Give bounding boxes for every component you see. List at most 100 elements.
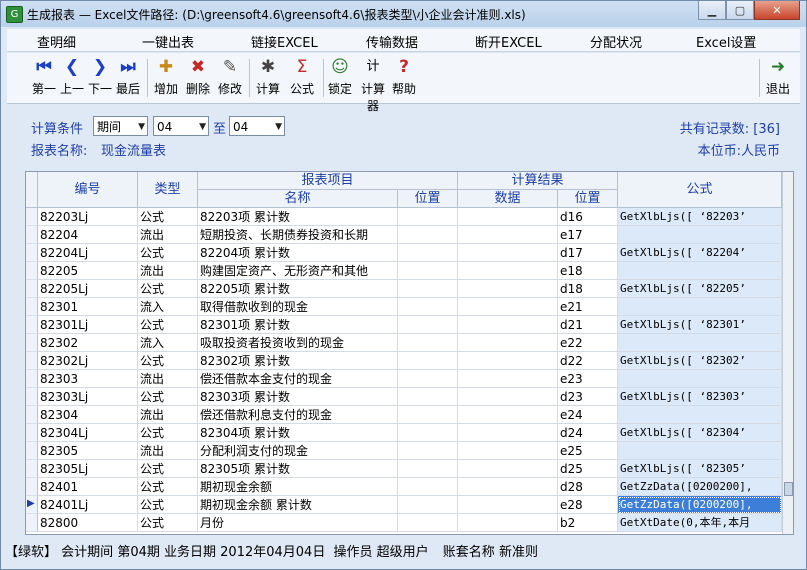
cell-code[interactable]: 82302Lj [38, 352, 138, 370]
cell-name[interactable]: 偿还借款利息支付的现金 [198, 406, 398, 424]
cell-result-position[interactable]: b2 [558, 514, 618, 532]
cell-code[interactable]: 82303 [38, 370, 138, 388]
cell-code[interactable]: 82305 [38, 442, 138, 460]
cell-code[interactable]: 82303Lj [38, 388, 138, 406]
menu-one-click-report[interactable]: 一键出表 [142, 32, 194, 51]
cell-code[interactable]: 82305Lj [38, 460, 138, 478]
to-period-select[interactable]: 04 ▼ [229, 116, 285, 136]
cell-formula[interactable] [618, 406, 782, 424]
cell-result-position[interactable]: e28 [558, 496, 618, 514]
add-button[interactable]: ✚ 增加 [153, 57, 179, 97]
cell-type[interactable]: 流出 [138, 406, 198, 424]
row-indicator[interactable] [26, 478, 38, 496]
cell-type[interactable]: 公式 [138, 460, 198, 478]
cell-code[interactable]: 82204Lj [38, 244, 138, 262]
cell-position[interactable] [398, 424, 458, 442]
cell-name[interactable]: 购建固定资产、无形资产和其他 [198, 262, 398, 280]
row-indicator[interactable] [26, 442, 38, 460]
vertical-scrollbar[interactable] [782, 172, 793, 534]
cell-data[interactable] [458, 388, 558, 406]
cell-name[interactable]: 82303项 累计数 [198, 388, 398, 406]
cell-formula[interactable]: GetXlbLjs([ ‘82304’ [618, 424, 782, 442]
cell-position[interactable] [398, 460, 458, 478]
cell-type[interactable]: 公式 [138, 352, 198, 370]
cell-position[interactable] [398, 226, 458, 244]
cell-position[interactable] [398, 370, 458, 388]
scroll-thumb[interactable] [784, 482, 793, 496]
cell-data[interactable] [458, 244, 558, 262]
cell-result-position[interactable]: d16 [558, 208, 618, 226]
cell-data[interactable] [458, 316, 558, 334]
menu-link-excel[interactable]: 链接EXCEL [251, 32, 318, 51]
cell-type[interactable]: 流出 [138, 370, 198, 388]
col-header-code[interactable]: 编号 [38, 172, 138, 208]
col-header-position[interactable]: 位置 [398, 190, 458, 208]
row-indicator[interactable] [26, 208, 38, 226]
col-header-data[interactable]: 数据 [458, 190, 558, 208]
cell-code[interactable]: 82203Lj [38, 208, 138, 226]
cell-data[interactable] [458, 280, 558, 298]
row-indicator[interactable] [26, 460, 38, 478]
period-type-select[interactable]: 期间 ▼ [93, 116, 148, 136]
menu-excel-settings[interactable]: Excel设置 [696, 32, 756, 51]
cell-result-position[interactable]: d24 [558, 424, 618, 442]
cell-result-position[interactable]: e23 [558, 370, 618, 388]
cell-position[interactable] [398, 316, 458, 334]
cell-position[interactable] [398, 262, 458, 280]
menu-query-detail[interactable]: 查明细 [37, 32, 76, 51]
cell-code[interactable]: 82302 [38, 334, 138, 352]
cell-result-position[interactable]: d21 [558, 316, 618, 334]
cell-data[interactable] [458, 478, 558, 496]
cell-result-position[interactable]: d25 [558, 460, 618, 478]
cell-formula[interactable]: GetXlbLjs([ ‘82301’ [618, 316, 782, 334]
menu-allocation-status[interactable]: 分配状况 [590, 32, 642, 51]
cell-result-position[interactable]: d17 [558, 244, 618, 262]
cell-position[interactable] [398, 442, 458, 460]
cell-type[interactable]: 公式 [138, 514, 198, 532]
cell-result-position[interactable]: d22 [558, 352, 618, 370]
cell-type[interactable]: 公式 [138, 244, 198, 262]
row-indicator[interactable] [26, 262, 38, 280]
row-indicator[interactable] [26, 226, 38, 244]
row-indicator[interactable] [26, 298, 38, 316]
cell-position[interactable] [398, 388, 458, 406]
cell-code[interactable]: 82304 [38, 406, 138, 424]
cell-code[interactable]: 82205Lj [38, 280, 138, 298]
cell-code[interactable]: 82205 [38, 262, 138, 280]
cell-type[interactable]: 流出 [138, 442, 198, 460]
cell-code[interactable]: 82401 [38, 478, 138, 496]
cell-result-position[interactable]: e22 [558, 334, 618, 352]
cell-code[interactable]: 82304Lj [38, 424, 138, 442]
cell-name[interactable]: 偿还借款本金支付的现金 [198, 370, 398, 388]
cell-formula[interactable]: GetXlbLjs([ ‘82203’ [618, 208, 782, 226]
cell-type[interactable]: 公式 [138, 388, 198, 406]
cell-data[interactable] [458, 262, 558, 280]
cell-formula[interactable] [618, 226, 782, 244]
cell-name[interactable]: 吸取投资者投资收到的现金 [198, 334, 398, 352]
cell-result-position[interactable]: e25 [558, 442, 618, 460]
col-header-formula[interactable]: 公式 [618, 172, 782, 208]
cell-formula[interactable] [618, 442, 782, 460]
cell-type[interactable]: 公式 [138, 280, 198, 298]
delete-button[interactable]: ✖ 删除 [185, 57, 211, 97]
cell-data[interactable] [458, 334, 558, 352]
cell-formula[interactable] [618, 262, 782, 280]
cell-formula[interactable]: GetZzData([0200200], [618, 478, 782, 496]
cell-formula[interactable]: GetXlbLjs([ ‘82302’ [618, 352, 782, 370]
calculate-button[interactable]: ✱ 计算 [255, 57, 281, 97]
cell-formula[interactable]: GetXtDate(0,本年,本月 [618, 514, 782, 532]
cell-formula[interactable] [618, 334, 782, 352]
cell-data[interactable] [458, 370, 558, 388]
row-indicator[interactable] [26, 352, 38, 370]
cell-formula[interactable]: GetZzData([0200200], [618, 496, 782, 514]
close-button[interactable]: ✕ [754, 1, 800, 20]
cell-position[interactable] [398, 478, 458, 496]
cell-type[interactable]: 公式 [138, 208, 198, 226]
cell-position[interactable] [398, 280, 458, 298]
cell-name[interactable]: 分配利润支付的现金 [198, 442, 398, 460]
cell-position[interactable] [398, 298, 458, 316]
maximize-button[interactable]: ▢ [726, 1, 754, 20]
row-indicator[interactable] [26, 514, 38, 532]
cell-formula[interactable]: GetXlbLjs([ ‘82205’ [618, 280, 782, 298]
cell-name[interactable]: 82203项 累计数 [198, 208, 398, 226]
